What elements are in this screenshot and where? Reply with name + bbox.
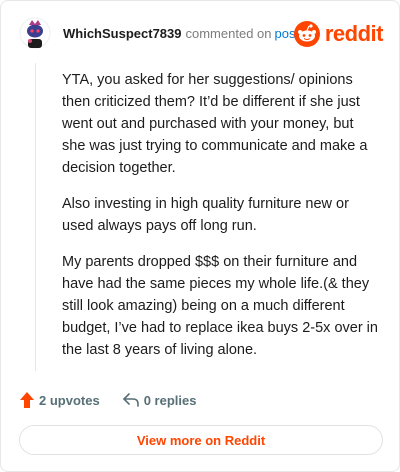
replies-count: 0 replies	[143, 392, 197, 408]
commented-on-label: commented on	[185, 26, 272, 41]
username[interactable]: WhichSuspect7839	[63, 26, 182, 41]
comment-paragraph: My parents dropped $$$ on their furnitur…	[62, 254, 378, 358]
comment-header: WhichSuspect7839 commented on post reddit	[19, 15, 385, 55]
snoo-avatar-icon	[19, 17, 51, 49]
reddit-wordmark: reddit	[324, 21, 384, 46]
comment-body: YTA, you asked for her suggestions/ opin…	[62, 69, 380, 375]
view-more-button[interactable]: View more on Reddit	[19, 425, 383, 455]
replies-button[interactable]: 0 replies	[122, 392, 197, 408]
comment-embed-card: WhichSuspect7839 commented on post reddit …	[0, 0, 400, 472]
reddit-snoo-icon	[293, 21, 320, 47]
reddit-logo[interactable]: reddit	[293, 21, 384, 47]
thread-line	[35, 63, 36, 371]
reply-arrow-icon	[122, 393, 139, 407]
upvotes-count: 2 upvotes	[39, 392, 100, 408]
comment-paragraph: YTA, you asked for her suggestions/ opin…	[62, 72, 368, 176]
upvote-button[interactable]: 2 upvotes	[19, 391, 100, 409]
comment-actions: 2 upvotes 0 replies	[19, 389, 218, 411]
avatar[interactable]	[19, 17, 51, 49]
upvote-arrow-icon	[20, 392, 34, 408]
comment-paragraph: Also investing in high quality furniture…	[62, 196, 349, 234]
comment-meta: WhichSuspect7839 commented on post	[63, 26, 299, 42]
